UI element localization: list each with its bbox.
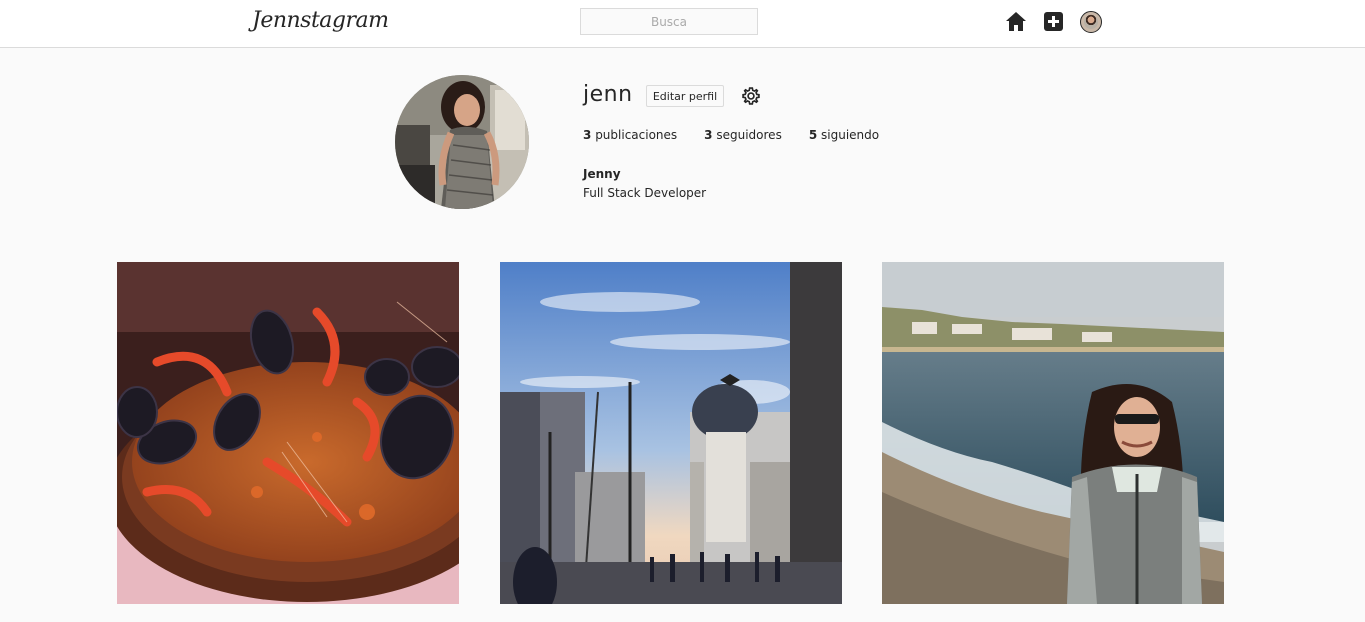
stat-following-count: 5 — [808, 128, 818, 142]
paella-photo — [117, 262, 459, 604]
stat-following-label: siguiendo — [821, 128, 880, 142]
profile-photo-image — [395, 75, 529, 209]
app-logo[interactable]: Jennstagram — [252, 8, 389, 33]
stat-posts-label: publicaciones — [595, 128, 678, 142]
stat-followers-label: seguidores — [716, 128, 782, 142]
profile-full-name: Jenny — [583, 167, 621, 181]
stat-posts-count: 3 — [583, 128, 592, 142]
post-thumbnail-beach[interactable] — [882, 262, 1224, 604]
top-navbar: Jennstagram — [0, 0, 1365, 48]
profile-username: jenn — [583, 82, 633, 107]
edit-profile-button[interactable]: Editar perfil — [646, 85, 724, 107]
beach-portrait-photo — [882, 262, 1224, 604]
profile-bio: Full Stack Developer — [583, 186, 707, 200]
post-thumbnail-paella[interactable] — [117, 262, 459, 604]
stat-followers-count: 3 — [704, 128, 713, 142]
stat-followers[interactable]: 3 seguidores — [704, 128, 782, 142]
gear-icon[interactable] — [741, 86, 761, 106]
stat-following[interactable]: 5 siguiendo — [809, 128, 879, 142]
stat-posts[interactable]: 3 publicaciones — [583, 128, 677, 142]
avatar-photo — [1084, 15, 1098, 29]
profile-photo[interactable] — [395, 75, 529, 209]
search-input[interactable] — [580, 8, 758, 35]
city-building-photo — [500, 262, 842, 604]
profile-stats: 3 publicaciones 3 seguidores 5 siguiendo — [583, 128, 906, 142]
home-icon[interactable] — [1005, 11, 1027, 32]
post-thumbnail-building[interactable] — [500, 262, 842, 604]
add-post-icon[interactable] — [1044, 12, 1063, 31]
profile-avatar[interactable] — [1080, 11, 1102, 33]
